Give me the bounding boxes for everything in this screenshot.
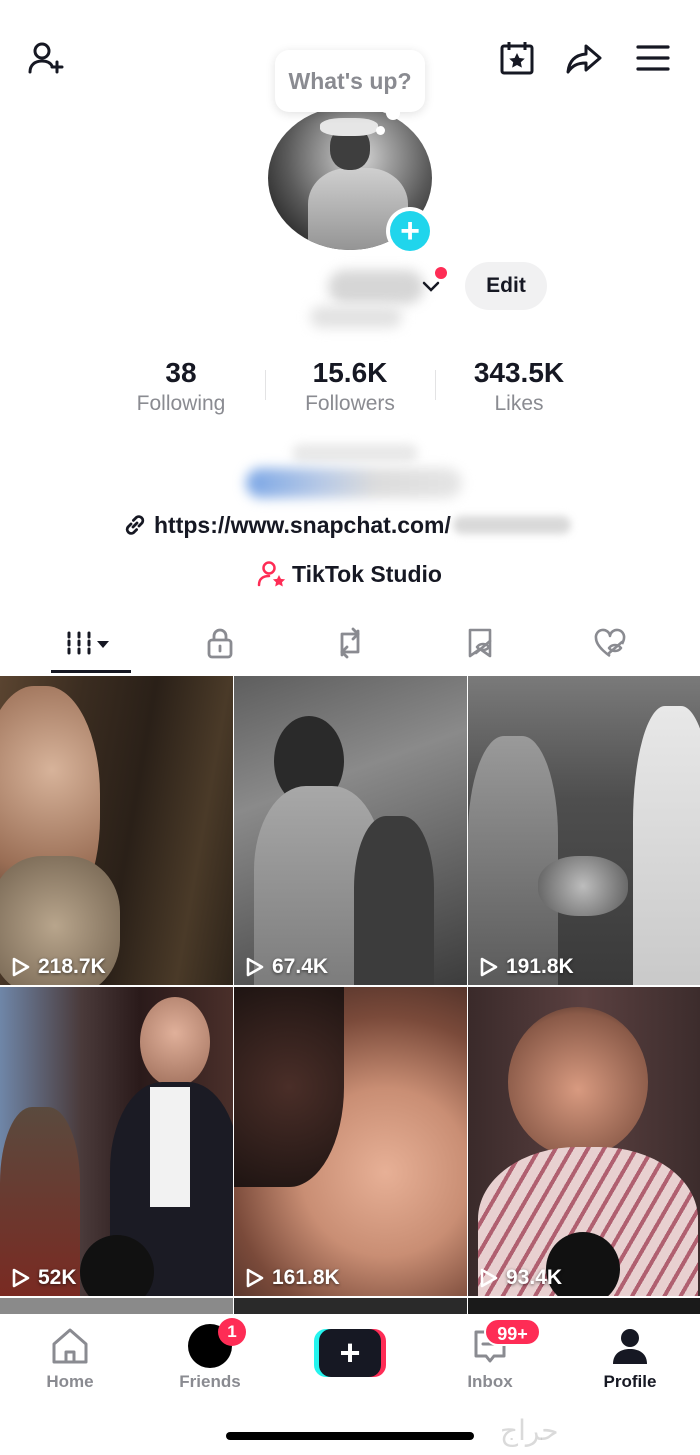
following-label: Following: [136, 392, 226, 415]
video-thumbnail[interactable]: 161.8K: [234, 987, 467, 1296]
home-icon: [52, 1328, 88, 1364]
status-bubble[interactable]: What's up?: [275, 50, 425, 112]
tab-reposts[interactable]: [280, 612, 420, 674]
following-count: 38: [165, 357, 197, 388]
thumb-figure: [234, 987, 344, 1187]
thumb-figure: [468, 736, 558, 985]
play-icon: [12, 957, 30, 977]
video-thumbnail[interactable]: 67.4K: [234, 676, 467, 985]
share-icon[interactable]: [562, 36, 606, 80]
status-bubble-text: What's up?: [288, 67, 412, 94]
add-avatar-button[interactable]: +: [386, 207, 434, 255]
likes-count: 343.5K: [473, 357, 565, 388]
edit-profile-button[interactable]: Edit: [465, 262, 547, 310]
view-count: 218.7K: [8, 955, 106, 979]
menu-icon[interactable]: [631, 36, 675, 80]
tab-liked[interactable]: [540, 612, 680, 674]
nav-profile-label: Profile: [603, 1372, 657, 1391]
bio-line-blurred: [292, 444, 418, 462]
thumb-figure: [150, 1087, 190, 1207]
play-icon: [246, 957, 264, 977]
profile-icon: [613, 1329, 647, 1364]
thumb-figure: [633, 706, 700, 985]
add-friend-icon[interactable]: [24, 36, 68, 80]
videos-grid-icon: [67, 631, 109, 655]
inbox-badge: 99+: [484, 1318, 541, 1346]
followers-count: 15.6K: [312, 357, 388, 388]
thumb-figure: [538, 856, 628, 916]
view-count: 52K: [8, 1266, 77, 1290]
thumb-figure: [508, 1007, 648, 1157]
play-icon: [246, 1268, 264, 1288]
thumb-figure: [354, 816, 434, 985]
watermark: حراج: [500, 1414, 559, 1447]
tab-favorites[interactable]: [410, 612, 550, 674]
view-count: 161.8K: [242, 1266, 340, 1290]
likes-label: Likes: [494, 392, 544, 415]
view-count: 191.8K: [476, 955, 574, 979]
tiktok-studio-link[interactable]: TikTok Studio: [256, 557, 442, 591]
bubble-tail: [376, 126, 385, 135]
link-blurred-part: [452, 516, 571, 534]
divider: [435, 370, 436, 400]
friends-badge: 1: [218, 1318, 246, 1346]
bio-line-blurred: [246, 468, 462, 498]
stat-followers[interactable]: 15.6K Followers: [275, 356, 425, 418]
video-thumbnail[interactable]: 52K: [0, 987, 233, 1296]
calendar-star-icon[interactable]: [495, 36, 539, 80]
lock-icon: [207, 628, 233, 659]
followers-label: Followers: [305, 392, 395, 415]
handle-blurred: [310, 306, 402, 328]
play-icon: [480, 1268, 498, 1288]
active-tab-indicator: [51, 670, 131, 673]
thumb-figure: [140, 997, 210, 1087]
nav-friends-label: Friends: [179, 1372, 241, 1391]
view-count: 93.4K: [476, 1266, 562, 1290]
link-icon: [125, 515, 145, 535]
home-indicator[interactable]: [226, 1432, 474, 1440]
play-icon: [480, 957, 498, 977]
view-count: 67.4K: [242, 955, 328, 979]
plus-icon: +: [390, 211, 430, 251]
nav-home[interactable]: Home: [10, 1324, 130, 1392]
video-thumbnail[interactable]: 191.8K: [468, 676, 700, 985]
link-text: https://www.snapchat.com/: [154, 511, 451, 538]
nav-inbox-label: Inbox: [467, 1372, 513, 1391]
play-icon: [12, 1268, 30, 1288]
notification-dot: [435, 267, 447, 279]
studio-label: TikTok Studio: [292, 560, 442, 587]
nav-friends[interactable]: Friends: [150, 1324, 270, 1392]
liked-hidden-icon: [594, 628, 626, 658]
repost-icon: [340, 627, 360, 659]
username-blurred[interactable]: [328, 270, 424, 304]
video-thumbnail[interactable]: 218.7K: [0, 676, 233, 985]
profile-link[interactable]: https://www.snapchat.com/: [122, 508, 571, 542]
plus-icon: +: [319, 1329, 381, 1377]
stat-following[interactable]: 38 Following: [106, 356, 256, 418]
divider: [265, 370, 266, 400]
tab-private[interactable]: [150, 612, 290, 674]
create-button[interactable]: +: [314, 1329, 386, 1377]
creator-star-icon: [257, 561, 286, 587]
content-tabs: [0, 612, 700, 674]
nav-profile[interactable]: Profile: [570, 1324, 690, 1392]
tab-videos[interactable]: [21, 612, 161, 674]
stat-likes[interactable]: 343.5K Likes: [444, 356, 594, 418]
video-thumbnail[interactable]: 93.4K: [468, 987, 700, 1296]
nav-home-label: Home: [46, 1372, 94, 1391]
video-grid: 218.7K 67.4K 191.8K 52K 161.8K 93.4K: [0, 676, 700, 1316]
favorites-hidden-icon: [468, 628, 492, 658]
